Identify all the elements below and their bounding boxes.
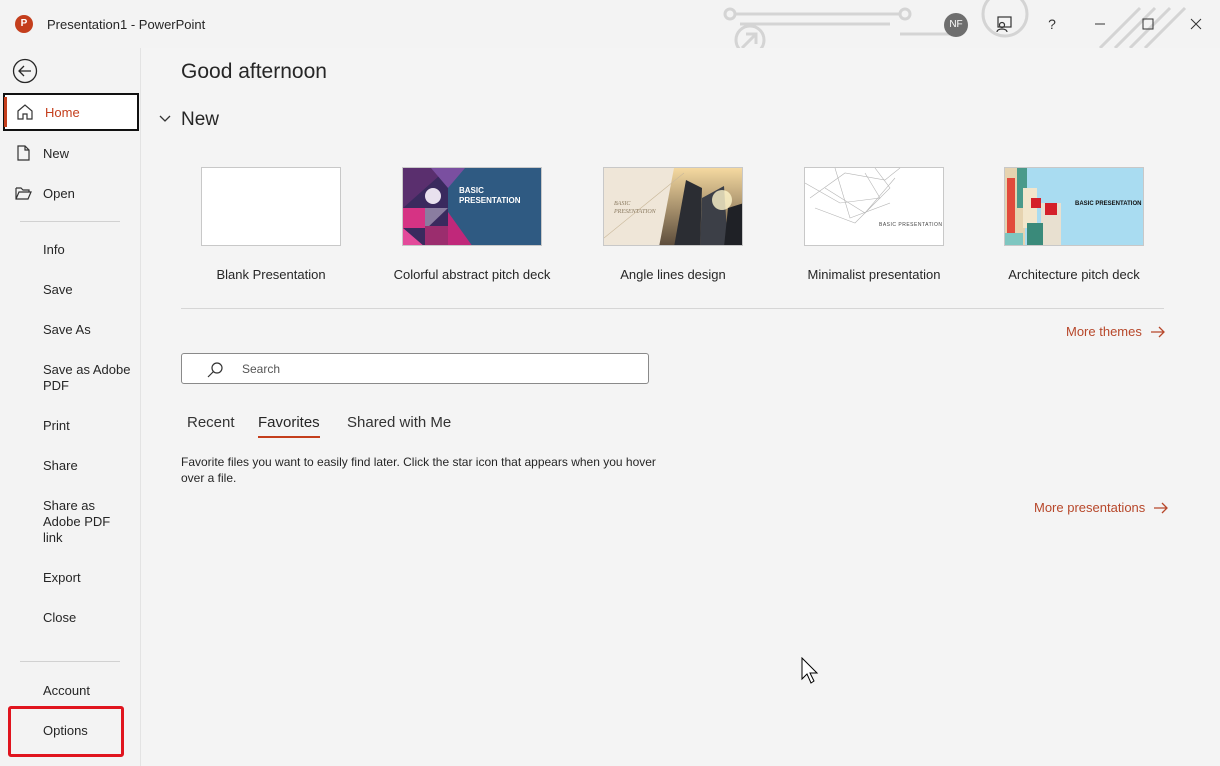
backstage-sidebar: Home New Open Info Save Save As Save as …	[0, 48, 140, 766]
sidebar-item-new[interactable]: New	[3, 134, 139, 172]
sidebar-item-save[interactable]: Save	[3, 270, 139, 308]
sidebar-item-label: Close	[43, 609, 77, 625]
close-icon[interactable]	[1184, 12, 1208, 36]
maximize-icon[interactable]	[1136, 12, 1160, 36]
search-icon	[207, 362, 223, 378]
help-icon[interactable]: ?	[1040, 12, 1064, 36]
search-box[interactable]	[181, 353, 649, 384]
template-thumbnail	[201, 167, 341, 246]
user-avatar[interactable]: NF	[944, 13, 968, 37]
template-label: Minimalist presentation	[807, 267, 941, 282]
thumbnail-text: BASIC PRESENTATION	[1075, 201, 1142, 207]
thumbnail-text: BASIC PRESENTATION	[459, 186, 521, 205]
options-highlight-box	[8, 706, 124, 757]
template-label: Angle lines design	[620, 267, 726, 282]
more-themes-link[interactable]: More themes	[1066, 324, 1166, 339]
sidebar-item-home[interactable]: Home	[3, 93, 139, 131]
new-file-icon	[3, 144, 43, 162]
sidebar-item-label: Account	[43, 682, 90, 698]
sidebar-item-open[interactable]: Open	[3, 174, 139, 212]
sidebar-item-label: Save As	[43, 321, 91, 337]
thumbnail-text: BASIC PRESENTATION	[614, 201, 656, 215]
sidebar-item-label: Share	[43, 457, 78, 473]
template-thumbnail: BASIC PRESENTATION	[1004, 167, 1144, 246]
sidebar-item-label: Info	[43, 241, 65, 257]
template-minimalist[interactable]: BASIC PRESENTATION Minimalist presentati…	[794, 167, 954, 282]
sidebar-item-save-as-adobe-pdf[interactable]: Save as Adobe PDF	[43, 362, 133, 394]
search-input[interactable]	[242, 354, 632, 383]
back-arrow-icon[interactable]	[12, 58, 38, 84]
sidebar-item-share[interactable]: Share	[3, 446, 139, 484]
arrow-right-icon	[1154, 502, 1169, 513]
thumbnail-text: BASIC PRESENTATION	[879, 222, 943, 228]
more-presentations-label: More presentations	[1034, 500, 1146, 515]
sidebar-item-label: Save	[43, 281, 73, 297]
sidebar-item-close[interactable]: Close	[3, 598, 139, 636]
template-blank-presentation[interactable]: Blank Presentation	[191, 167, 351, 282]
tab-shared-with-me[interactable]: Shared with Me	[347, 414, 451, 436]
template-label: Architecture pitch deck	[1008, 267, 1140, 282]
template-label: Colorful abstract pitch deck	[393, 267, 551, 282]
tab-favorites[interactable]: Favorites	[258, 414, 320, 438]
greeting-heading: Good afternoon	[181, 60, 327, 83]
template-label: Blank Presentation	[216, 267, 326, 282]
chevron-down-icon[interactable]	[158, 112, 172, 126]
sidebar-item-print[interactable]: Print	[3, 406, 139, 444]
arrow-right-icon	[1150, 326, 1165, 337]
tab-recent[interactable]: Recent	[187, 414, 235, 436]
sidebar-item-account[interactable]: Account	[3, 671, 139, 709]
sidebar-item-share-as-adobe-pdf-link[interactable]: Share as Adobe PDF link	[43, 498, 113, 546]
sidebar-item-label: Export	[43, 569, 81, 585]
sidebar-item-save-as[interactable]: Save As	[3, 310, 139, 348]
template-thumbnail: BASIC PRESENTATION	[402, 167, 542, 246]
home-icon	[5, 103, 45, 121]
template-thumbnail: BASIC PRESENTATION	[603, 167, 743, 246]
mouse-cursor-icon	[801, 657, 819, 684]
powerpoint-icon: P	[15, 15, 33, 33]
sidebar-item-label: Print	[43, 417, 70, 433]
more-presentations-link[interactable]: More presentations	[1034, 500, 1169, 515]
sidebar-divider	[20, 221, 120, 222]
backstage-main: Good afternoon New Blank Presentation BA…	[140, 48, 1220, 766]
sidebar-item-label: Home	[45, 104, 80, 120]
section-divider	[181, 308, 1164, 309]
sidebar-item-label: Open	[43, 185, 75, 201]
more-themes-label: More themes	[1066, 324, 1142, 339]
template-angle-lines[interactable]: BASIC PRESENTATION Angle lines design	[593, 167, 753, 282]
template-colorful-abstract[interactable]: BASIC PRESENTATION Colorful abstract pit…	[392, 167, 552, 282]
favorites-empty-message: Favorite files you want to easily find l…	[181, 455, 656, 485]
sidebar-item-label: New	[43, 145, 70, 161]
sidebar-item-export[interactable]: Export	[3, 558, 139, 596]
title-bar: P Presentation1 - PowerPoint NF ?	[0, 0, 1220, 48]
sidebar-item-info[interactable]: Info	[3, 230, 139, 268]
template-thumbnail: BASIC PRESENTATION	[804, 167, 944, 246]
template-architecture[interactable]: BASIC PRESENTATION Architecture pitch de…	[994, 167, 1154, 282]
folder-open-icon	[3, 184, 43, 202]
window-title: Presentation1 - PowerPoint	[47, 17, 206, 32]
new-section-title[interactable]: New	[181, 109, 219, 131]
sidebar-divider	[20, 661, 120, 662]
minimize-icon[interactable]	[1088, 12, 1112, 36]
coauthor-icon[interactable]	[992, 12, 1016, 36]
